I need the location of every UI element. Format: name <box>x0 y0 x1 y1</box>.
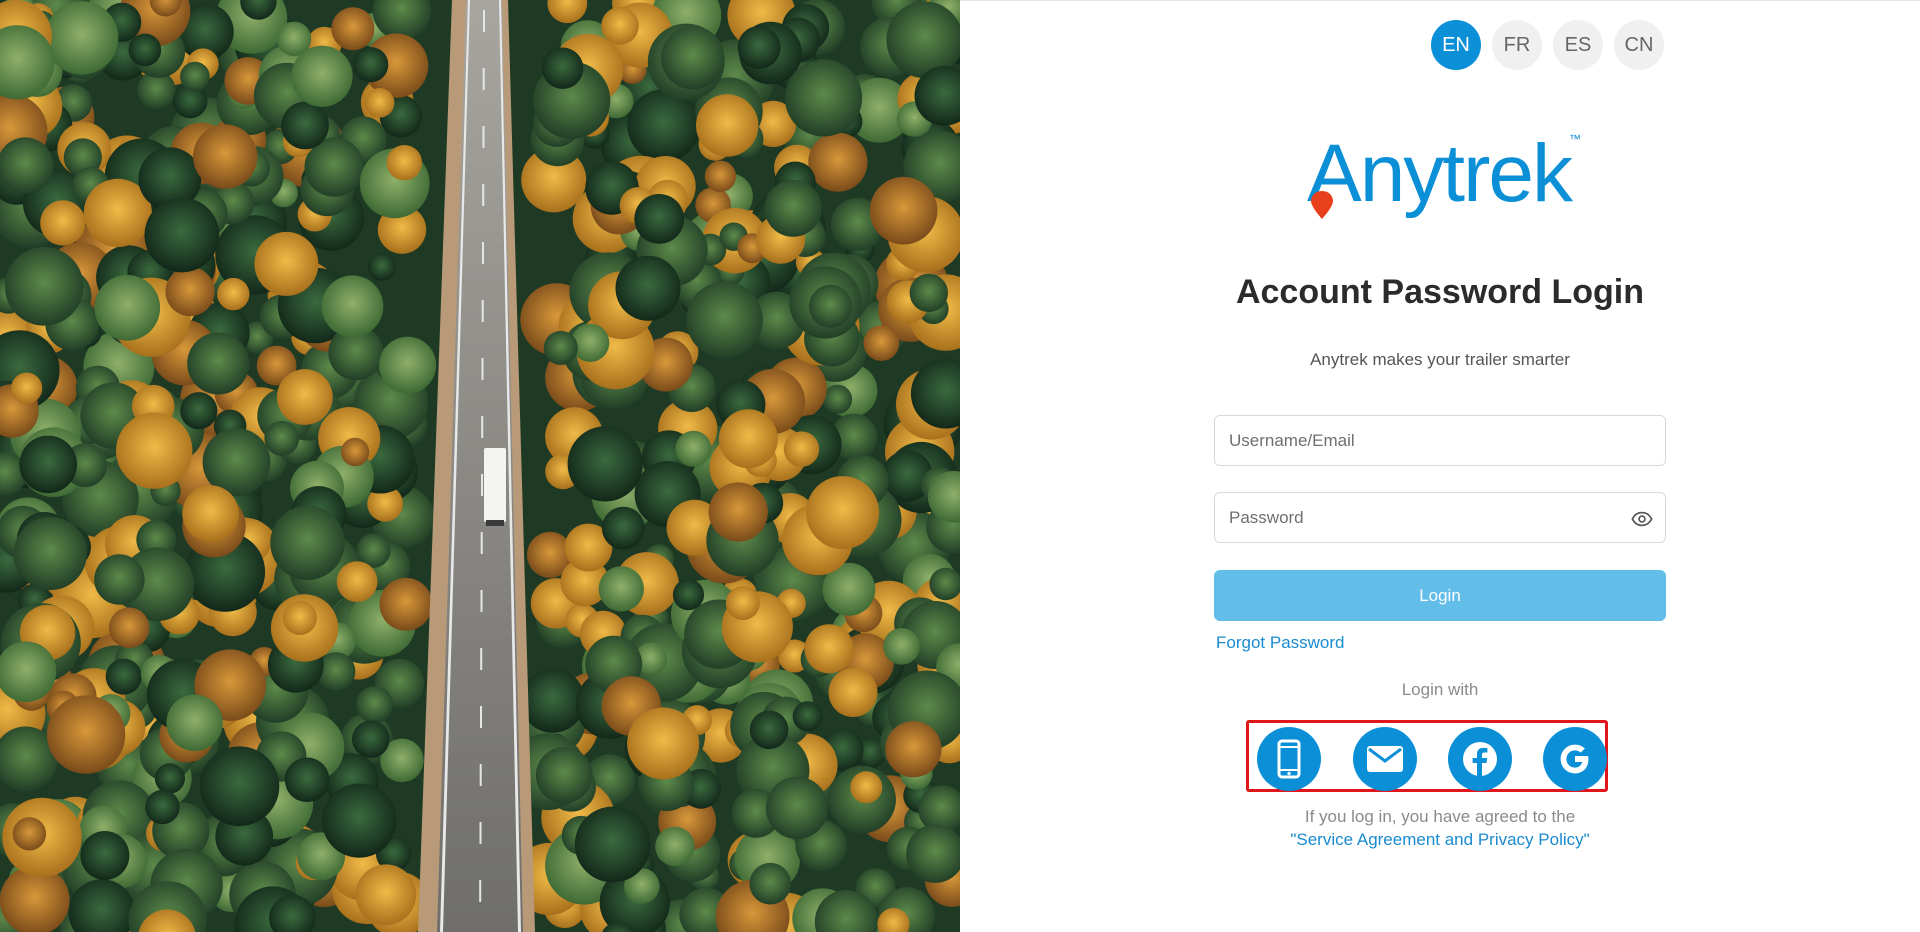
logo-text: Anytrek <box>1307 128 1574 219</box>
service-agreement-link[interactable]: "Service Agreement and Privacy Policy" <box>1160 830 1720 850</box>
facebook-icon <box>1463 742 1497 776</box>
lang-cn-button[interactable]: CN <box>1614 20 1664 70</box>
password-input[interactable] <box>1215 493 1665 542</box>
login-with-label: Login with <box>1401 680 1479 699</box>
anytrek-logo: Anytrek ™ <box>1301 119 1591 235</box>
login-page: EN FR ES CN Anytrek ™ Account Password L… <box>0 0 1920 932</box>
page-title: Account Password Login <box>1235 273 1645 311</box>
show-password-eye-icon[interactable] <box>1631 508 1653 530</box>
language-switcher: EN FR ES CN <box>1431 20 1664 70</box>
login-button[interactable]: Login <box>1214 570 1666 621</box>
google-icon <box>1560 744 1589 774</box>
page-subtitle: Anytrek makes your trailer smarter <box>1310 350 1570 369</box>
phone-icon <box>1277 739 1301 779</box>
hero-forest-road-image <box>0 0 960 932</box>
lang-es-button[interactable]: ES <box>1553 20 1603 70</box>
facebook-login-button[interactable] <box>1448 727 1512 791</box>
username-input[interactable] <box>1215 416 1665 465</box>
phone-login-button[interactable] <box>1257 727 1321 791</box>
login-panel: EN FR ES CN Anytrek ™ Account Password L… <box>960 0 1920 932</box>
lang-fr-button[interactable]: FR <box>1492 20 1542 70</box>
password-field <box>1214 492 1666 543</box>
username-field <box>1214 415 1666 466</box>
agreement-text: If you log in, you have agreed to the <box>1304 807 1576 826</box>
lang-en-button[interactable]: EN <box>1431 20 1481 70</box>
email-login-button[interactable] <box>1353 727 1417 791</box>
google-login-button[interactable] <box>1543 727 1607 791</box>
logo-trademark: ™ <box>1569 132 1581 146</box>
forgot-password-link[interactable]: Forgot Password <box>1216 633 1345 653</box>
mail-icon <box>1367 746 1403 772</box>
